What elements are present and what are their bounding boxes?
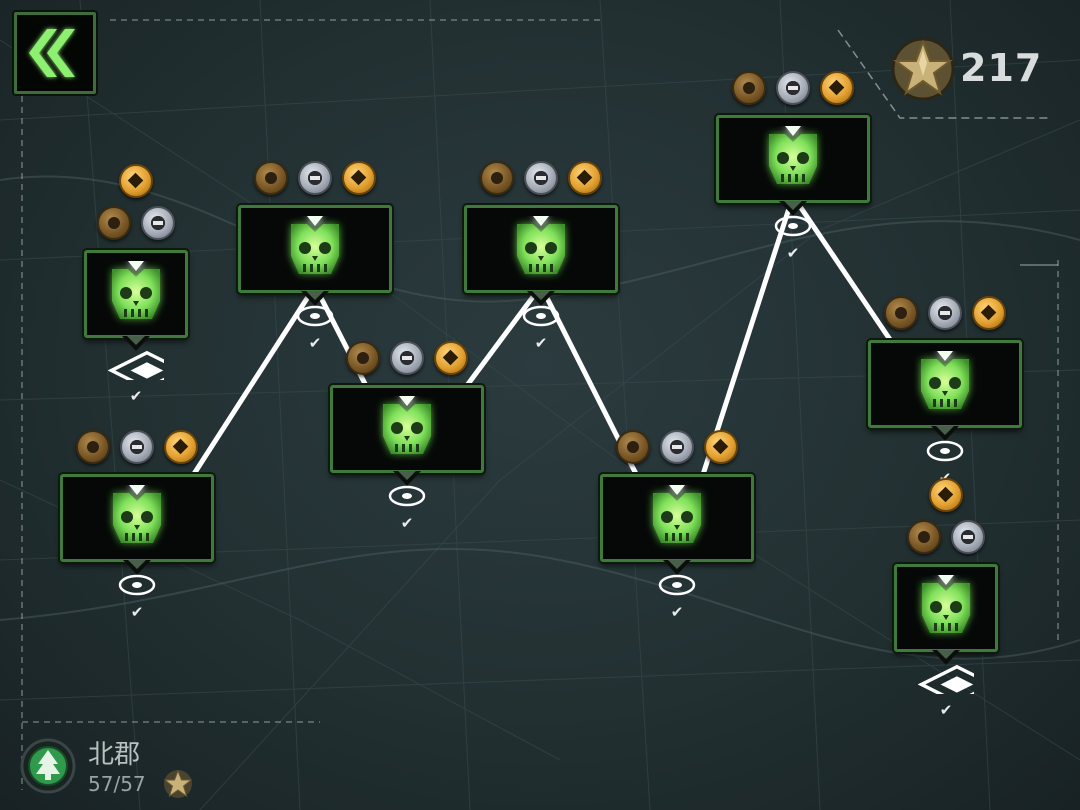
level-card[interactable] bbox=[868, 340, 1022, 441]
silver-medal-icon bbox=[120, 430, 154, 464]
bronze-medal-icon bbox=[907, 520, 941, 554]
card-pointer bbox=[931, 426, 959, 441]
gold-medal-icon bbox=[929, 478, 963, 512]
back-button[interactable] bbox=[14, 12, 96, 94]
skull-shield-emblem-icon bbox=[653, 485, 701, 543]
level-card[interactable] bbox=[238, 205, 392, 306]
card-pointer bbox=[779, 201, 807, 216]
gold-medal-icon bbox=[342, 161, 376, 195]
checkmark-icon: ✔ bbox=[534, 334, 548, 352]
gold-medal-icon bbox=[568, 161, 602, 195]
checkmark-icon: ✔ bbox=[130, 603, 144, 621]
silver-medal-icon bbox=[776, 71, 810, 105]
silver-medal-icon bbox=[141, 206, 175, 240]
gold-medal-icon bbox=[972, 296, 1006, 330]
checkmark-icon: ✔ bbox=[786, 244, 800, 262]
region-info: 北郡 57/57 bbox=[20, 732, 280, 802]
checkmark-icon: ✔ bbox=[308, 334, 322, 352]
region-name: 北郡 bbox=[88, 740, 141, 770]
star-counter: 217 bbox=[890, 36, 1043, 102]
bronze-medal-icon bbox=[97, 206, 131, 240]
skull-shield-emblem-icon bbox=[291, 216, 339, 274]
bronze-medal-icon bbox=[884, 296, 918, 330]
path-ring-marker bbox=[926, 440, 964, 462]
card-pointer bbox=[527, 291, 555, 306]
path-ring-marker bbox=[296, 305, 334, 327]
level-card[interactable] bbox=[330, 385, 484, 486]
silver-medal-icon bbox=[928, 296, 962, 330]
medal-row bbox=[868, 296, 1022, 330]
medal-row bbox=[894, 478, 998, 512]
card-pointer bbox=[663, 560, 691, 575]
silver-medal-icon bbox=[524, 161, 558, 195]
path-ring-marker bbox=[658, 574, 696, 596]
level-card[interactable] bbox=[60, 474, 214, 575]
path-diamond-marker bbox=[108, 350, 164, 380]
gold-medal-icon bbox=[820, 71, 854, 105]
level-card[interactable] bbox=[464, 205, 618, 306]
skull-shield-emblem-icon bbox=[112, 261, 160, 319]
level-card[interactable] bbox=[600, 474, 754, 575]
bronze-medal-icon bbox=[480, 161, 514, 195]
checkmark-icon: ✔ bbox=[129, 387, 143, 405]
skull-shield-emblem-icon bbox=[769, 126, 817, 184]
card-pointer bbox=[123, 560, 151, 575]
double-chevron-left-icon bbox=[29, 29, 75, 77]
gold-medal-icon bbox=[164, 430, 198, 464]
bronze-medal-icon bbox=[254, 161, 288, 195]
region-progress: 57/57 bbox=[88, 772, 146, 796]
level-card[interactable] bbox=[84, 250, 188, 351]
gold-medal-icon bbox=[704, 430, 738, 464]
level-map-screen: 217 ✔ ✔ ✔ ✔ ✔ ✔ ✔ ✔ 北郡 57/57 bbox=[0, 0, 1080, 810]
skull-shield-emblem-icon bbox=[517, 216, 565, 274]
skull-shield-emblem-icon bbox=[921, 351, 969, 409]
path-diamond-marker bbox=[918, 664, 974, 694]
bronze-medal-icon bbox=[616, 430, 650, 464]
bronze-medal-icon bbox=[76, 430, 110, 464]
star-total: 217 bbox=[960, 46, 1043, 90]
silver-medal-icon bbox=[660, 430, 694, 464]
medal-row bbox=[464, 161, 618, 195]
card-pointer bbox=[932, 650, 960, 665]
medal-row bbox=[600, 430, 754, 464]
path-ring-marker bbox=[388, 485, 426, 507]
medal-row bbox=[84, 206, 188, 240]
skull-shield-emblem-icon bbox=[113, 485, 161, 543]
skull-shield-emblem-icon bbox=[922, 575, 970, 633]
card-pointer bbox=[393, 471, 421, 486]
path-ring-marker bbox=[522, 305, 560, 327]
star-icon bbox=[163, 769, 193, 798]
card-pointer bbox=[301, 291, 329, 306]
pine-tree-icon bbox=[20, 738, 76, 794]
path-ring-marker bbox=[118, 574, 156, 596]
checkmark-icon: ✔ bbox=[670, 603, 684, 621]
medal-row bbox=[894, 520, 998, 554]
checkmark-icon: ✔ bbox=[400, 514, 414, 532]
medal-row bbox=[716, 71, 870, 105]
card-pointer bbox=[122, 336, 150, 351]
gold-medal-icon bbox=[434, 341, 468, 375]
medal-row bbox=[238, 161, 392, 195]
bronze-medal-icon bbox=[732, 71, 766, 105]
medal-row bbox=[84, 164, 188, 198]
silver-medal-icon bbox=[951, 520, 985, 554]
medal-row bbox=[60, 430, 214, 464]
level-card[interactable] bbox=[716, 115, 870, 216]
silver-medal-icon bbox=[390, 341, 424, 375]
path-ring-marker bbox=[774, 215, 812, 237]
skull-shield-emblem-icon bbox=[383, 396, 431, 454]
silver-medal-icon bbox=[298, 161, 332, 195]
gold-star-icon bbox=[891, 37, 955, 101]
checkmark-icon: ✔ bbox=[939, 701, 953, 719]
level-card[interactable] bbox=[894, 564, 998, 665]
medal-row bbox=[330, 341, 484, 375]
bronze-medal-icon bbox=[346, 341, 380, 375]
gold-medal-icon bbox=[119, 164, 153, 198]
